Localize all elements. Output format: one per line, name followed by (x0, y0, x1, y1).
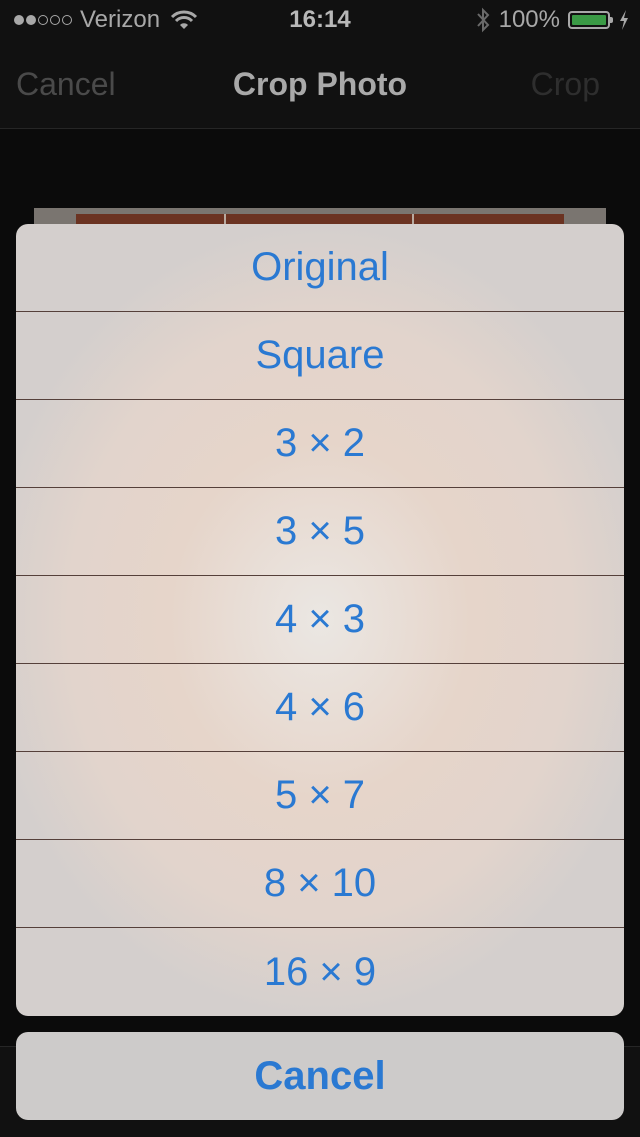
option-3x5[interactable]: 3 × 5 (16, 488, 624, 576)
status-bar: Verizon 16:14 100% (0, 0, 640, 40)
nav-cancel-button[interactable]: Cancel (16, 66, 116, 103)
nav-crop-button[interactable]: Crop (531, 66, 600, 103)
option-square[interactable]: Square (16, 312, 624, 400)
option-3x2[interactable]: 3 × 2 (16, 400, 624, 488)
nav-bar: Cancel Crop Photo Crop (0, 40, 640, 129)
battery-icon (568, 11, 613, 29)
status-right: 100% (475, 6, 630, 34)
cancel-button[interactable]: Cancel (16, 1032, 624, 1120)
option-4x3[interactable]: 4 × 3 (16, 576, 624, 664)
aspect-ratio-action-sheet: Original Square 3 × 2 3 × 5 4 × 3 4 × 6 … (16, 224, 624, 1016)
battery-nub (610, 17, 613, 23)
bluetooth-icon (476, 7, 489, 33)
option-5x7[interactable]: 5 × 7 (16, 752, 624, 840)
battery-percent: 100% (498, 6, 560, 33)
option-4x6[interactable]: 4 × 6 (16, 664, 624, 752)
option-original[interactable]: Original (16, 224, 624, 312)
option-16x9[interactable]: 16 × 9 (16, 928, 624, 1016)
battery-fill (572, 15, 606, 25)
option-8x10[interactable]: 8 × 10 (16, 840, 624, 928)
bolt-icon (620, 10, 628, 30)
